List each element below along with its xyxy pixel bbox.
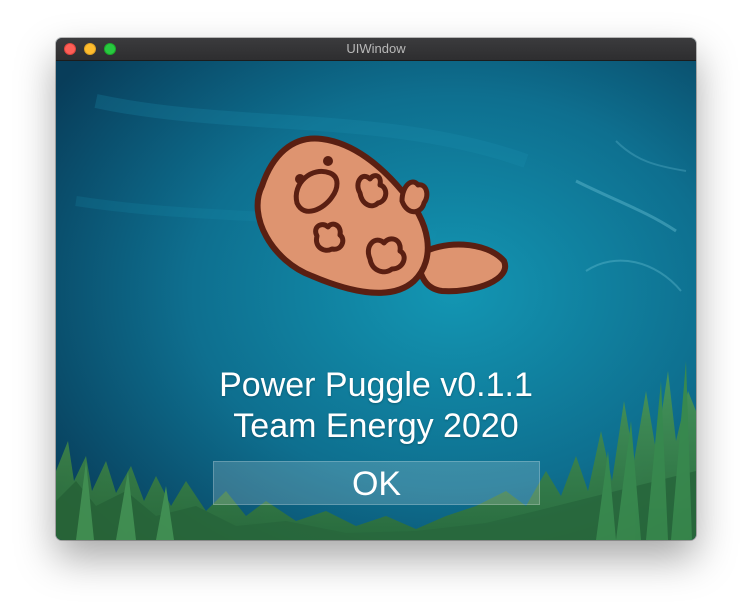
about-content: Power Puggle v0.1.1 Team Energy 2020 OK [56, 61, 696, 540]
app-name-version: Power Puggle v0.1.1 [219, 366, 533, 404]
window-title: UIWindow [346, 41, 406, 56]
app-window: UIWindow Power Puggle v0.1.1 Team Energy… [56, 38, 696, 540]
title-bar[interactable]: UIWindow [56, 38, 696, 61]
ok-button[interactable]: OK [213, 461, 540, 505]
team-credit: Team Energy 2020 [233, 407, 519, 445]
platypus-logo-icon [254, 135, 509, 296]
